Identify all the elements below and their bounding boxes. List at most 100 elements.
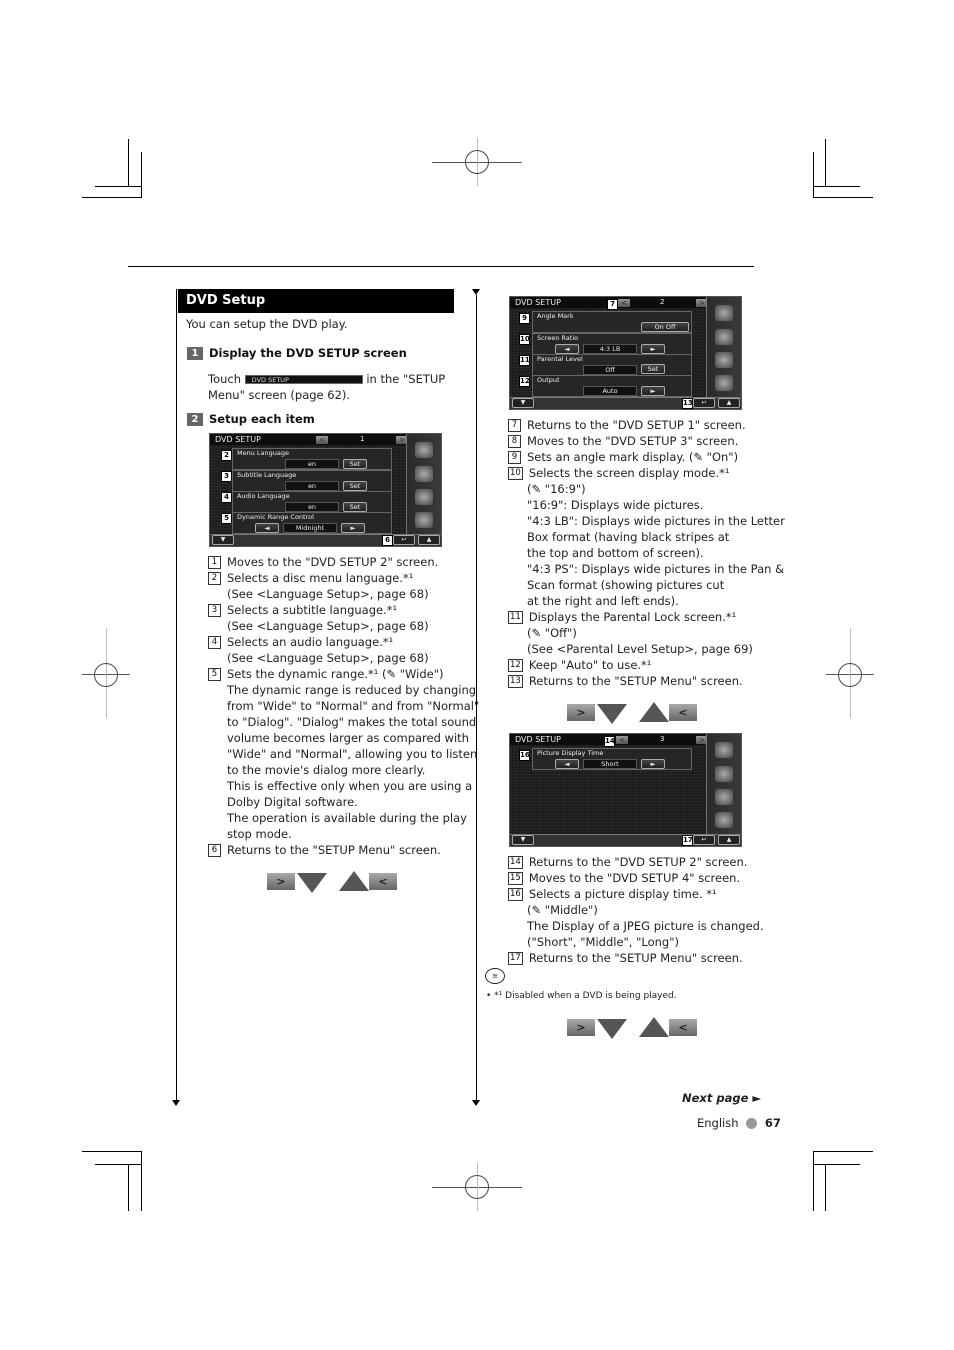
scroll-down-button[interactable]: ▼ [212,535,234,545]
description-item: 4 Selects an audio language.*¹ [208,634,458,650]
description-line: (✎ "Off") [508,625,758,641]
screen-ratio-row: Screen Ratio ◄ 4:3 LB ► [532,333,692,355]
item-value: en [285,502,339,512]
description-text: Returns to the "SETUP Menu" screen. [528,951,743,965]
crop-mark [141,1151,142,1211]
crop-mark [813,152,814,198]
next-page-link[interactable]: Next page ► [682,1090,761,1106]
right-arrow-button[interactable]: ► [641,386,665,396]
description-text: (✎ "16:9") [527,482,586,496]
item-label: Angle Mark [537,312,574,320]
item-label: Picture Display Time [537,749,604,757]
speaker-icon[interactable] [715,352,733,368]
description-text: (See <Parental Level Setup>, page 69) [527,642,753,656]
right-arrow-button[interactable]: ► [641,344,665,354]
description-text: Selects a picture display time. *¹ [528,887,717,901]
side-menu [406,434,441,534]
return-button[interactable]: ↩ [393,535,415,545]
description-line: (✎ "16:9") [508,481,758,497]
prev-page-button[interactable]: < [616,736,628,744]
description-text: (See <Language Setup>, page 68) [227,587,429,601]
prev-page-button[interactable]: < [618,299,630,307]
callout-number: 12 [508,659,523,672]
description-line: Dolby Digital software. [208,794,458,810]
return-button[interactable]: ↩ [693,398,715,408]
right-arrow-button[interactable]: ► [341,523,365,533]
description-item: 6 Returns to the "SETUP Menu" screen. [208,842,458,858]
description-text: "4:3 PS": Displays wide pictures in the … [527,562,785,576]
music-icon[interactable] [715,329,733,345]
grid-icon[interactable] [415,442,433,458]
description-item: 1 Moves to the "DVD SETUP 2" screen. [208,554,458,570]
set-button[interactable]: Set [343,502,367,512]
scroll-up-button[interactable]: ▲ [718,835,740,845]
bullet-dot-icon [746,1118,758,1129]
description-text: Dolby Digital software. [227,795,358,809]
left-arrow-button[interactable]: ◄ [555,759,579,769]
prev-page-button[interactable]: < [316,436,328,444]
description-item: 7 Returns to the "DVD SETUP 1" screen. [508,417,758,433]
on-option[interactable]: On [655,323,664,331]
item-label: Dynamic Range Control [237,513,314,521]
description-text: Selects the screen display mode.*¹ [528,466,730,480]
description-line: at the right and left ends). [508,593,758,609]
set-button[interactable]: Set [343,459,367,469]
description-line: to the movie's dialog more clearly. [208,762,458,778]
callout-number: 1 [208,556,221,569]
picture-display-time-row: Picture Display Time ◄ Short ► [532,748,692,770]
crop-mark [813,197,873,198]
registration-mark-bottom [432,1163,522,1211]
description-text: Sets the dynamic range.*¹ (✎ "Wide") [227,667,444,681]
description-line: stop mode. [208,826,458,842]
scroll-up-button[interactable]: ▲ [418,535,440,545]
off-option[interactable]: Off [666,323,676,331]
audio-language-row: Audio Language en Set [232,491,392,513]
music-icon[interactable] [415,466,433,482]
callout: 3 [221,471,232,482]
description-item: 12 Keep "Auto" to use.*¹ [508,657,758,673]
left-arrow-button[interactable]: ◄ [255,523,279,533]
subtitle-language-row: Subtitle Language en Set [232,470,392,492]
description-text: "4:3 LB": Displays wide pictures in the … [527,514,785,528]
callout-number: 13 [508,675,523,688]
tools-icon[interactable] [715,812,733,828]
header-rule [128,266,754,267]
tools-icon[interactable] [415,512,433,528]
side-menu [706,297,741,397]
callout-number: 9 [508,451,521,464]
description-text: Moves to the "DVD SETUP 2" screen. [227,555,439,569]
set-button[interactable]: Set [641,364,665,374]
item-value: en [285,481,339,491]
set-button[interactable]: Set [343,481,367,491]
description-text: (See <Language Setup>, page 68) [227,619,429,633]
triangle-up-icon [639,1017,669,1037]
section-title: DVD Setup [178,289,454,313]
crop-mark [128,1164,129,1211]
description-text: ("Short", "Middle", "Long") [527,935,680,949]
left-arrow-button[interactable]: ◄ [555,344,579,354]
speaker-icon[interactable] [415,489,433,505]
right-arrow-button[interactable]: ► [641,759,665,769]
description-item: 9 Sets an angle mark display. (✎ "On") [508,449,758,465]
speaker-icon[interactable] [715,789,733,805]
description-line: Scan format (showing pictures cut [508,577,758,593]
tools-icon[interactable] [715,375,733,391]
scroll-up-button[interactable]: ▲ [718,398,740,408]
crop-mark [813,1151,873,1152]
angle-mark-toggle[interactable]: On Off [641,322,689,332]
instruction-text: in the "SETUP [366,372,446,386]
description-text: to the movie's dialog more clearly. [227,763,426,777]
left-descriptions: 1 Moves to the "DVD SETUP 2" screen. 2 Sele… [208,554,479,858]
description-text: Selects a subtitle language.*¹ [227,603,398,617]
grid-icon[interactable] [715,305,733,321]
scroll-down-button[interactable]: ▼ [512,835,534,845]
page-number: 2 [660,298,665,306]
description-text: Selects an audio language.*¹ [227,635,394,649]
scroll-down-button[interactable]: ▼ [512,398,534,408]
music-icon[interactable] [715,766,733,782]
step-title: Display the DVD SETUP screen [209,346,407,360]
description-text: Returns to the "SETUP Menu" screen. [528,674,743,688]
grid-icon[interactable] [715,742,733,758]
return-button[interactable]: ↩ [693,835,715,845]
description-text: Moves to the "DVD SETUP 3" screen. [527,434,739,448]
